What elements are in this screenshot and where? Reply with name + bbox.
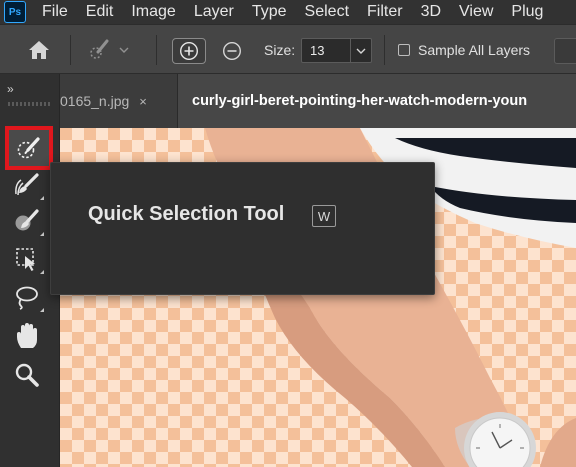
size-field[interactable]: 13 xyxy=(301,38,372,63)
zoom-icon xyxy=(15,363,39,387)
menu-file[interactable]: File xyxy=(36,3,78,21)
tab-label[interactable]: 0165_n.jpg xyxy=(60,93,129,109)
document-tab-active[interactable]: curly-girl-beret-pointing-her-watch-mode… xyxy=(178,74,576,128)
options-divider xyxy=(156,35,157,65)
tooltip-shortcut-key: W xyxy=(312,205,336,227)
add-selection-icon xyxy=(179,41,199,61)
mixer-brush-icon xyxy=(15,173,39,196)
sample-all-layers-checkbox[interactable] xyxy=(398,44,410,56)
options-bar: Size: 13 Sample All Layers xyxy=(0,24,576,74)
panel-grip[interactable] xyxy=(8,102,52,106)
menu-edit[interactable]: Edit xyxy=(78,3,124,21)
tool-zoom[interactable] xyxy=(8,358,46,392)
menu-3d[interactable]: 3D xyxy=(413,3,451,21)
tool-quick-selection[interactable] xyxy=(5,126,53,170)
size-label: Size: xyxy=(264,42,296,58)
chevron-down-icon xyxy=(356,48,366,54)
marquee-transform-icon xyxy=(16,248,35,271)
tooltip-title: Quick Selection Tool xyxy=(88,203,285,225)
tool-group-indicator xyxy=(40,270,44,274)
document-tab[interactable]: 0165_n.jpg × xyxy=(60,74,178,128)
brush-icon xyxy=(15,209,39,231)
menu-layer[interactable]: Layer xyxy=(186,3,244,21)
menu-image[interactable]: Image xyxy=(123,3,185,21)
brush-preset-picker[interactable] xyxy=(87,39,141,61)
menu-bar: Ps File Edit Image Layer Type Select Fil… xyxy=(0,0,576,24)
subtract-from-selection-button[interactable] xyxy=(218,38,246,64)
add-to-selection-button[interactable] xyxy=(172,38,206,64)
menu-type[interactable]: Type xyxy=(244,3,297,21)
menu-plugins[interactable]: Plug xyxy=(503,3,553,21)
tool-group-indicator xyxy=(40,308,44,312)
options-divider xyxy=(70,35,71,65)
tool-group-indicator xyxy=(40,196,44,200)
tool-brush[interactable] xyxy=(8,204,46,238)
size-value[interactable]: 13 xyxy=(302,43,350,58)
chevron-down-icon xyxy=(119,47,129,53)
close-icon[interactable]: × xyxy=(139,94,147,109)
size-dropdown-button[interactable] xyxy=(350,39,371,62)
hand-icon xyxy=(17,323,37,348)
tab-label[interactable]: curly-girl-beret-pointing-her-watch-mode… xyxy=(192,93,527,109)
tool-tooltip: Quick Selection Tool W xyxy=(50,162,435,295)
quick-selection-icon xyxy=(17,137,40,159)
lasso-icon xyxy=(16,286,38,310)
tool-marquee-transform[interactable] xyxy=(8,242,46,276)
home-icon xyxy=(29,41,49,59)
select-subject-button[interactable] xyxy=(554,38,576,64)
photoshop-logo[interactable]: Ps xyxy=(4,1,26,23)
tool-hand[interactable] xyxy=(8,319,46,353)
document-tab-bar: 0165_n.jpg × curly-girl-beret-pointing-h… xyxy=(60,74,576,128)
menu-filter[interactable]: Filter xyxy=(359,3,413,21)
collapse-panel-button[interactable]: » xyxy=(7,82,14,96)
brush-preset-icon xyxy=(90,39,109,59)
options-divider xyxy=(384,35,385,65)
subtract-selection-icon xyxy=(222,41,242,61)
sample-all-layers-label[interactable]: Sample All Layers xyxy=(418,42,530,58)
tool-lasso[interactable] xyxy=(8,280,46,314)
tool-group-indicator xyxy=(40,232,44,236)
menu-view[interactable]: View xyxy=(451,3,503,21)
home-button[interactable] xyxy=(22,38,56,62)
menu-select[interactable]: Select xyxy=(297,3,359,21)
tool-mixer-brush[interactable] xyxy=(8,168,46,202)
